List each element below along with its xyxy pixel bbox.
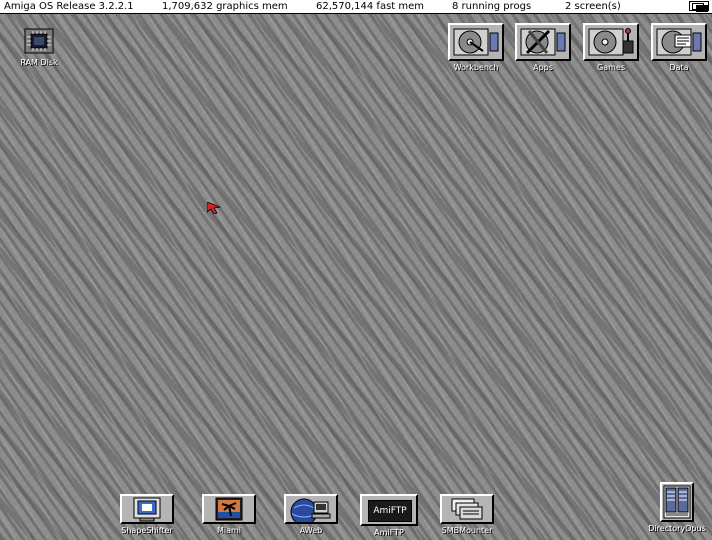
running-progs-text: 8 running progs <box>452 1 532 12</box>
fast-mem-text: 62,570,144 fast mem <box>316 1 425 12</box>
ram-disk-label: RAM Disk <box>20 58 58 67</box>
shapeshifter-icon[interactable]: ShapeShifter <box>116 494 178 536</box>
data-label: Data <box>669 63 689 72</box>
directoryopus-icon[interactable]: DirectoryOpus <box>646 482 708 534</box>
stacked-drives-icon <box>440 494 494 524</box>
ftp-screen: AmiFTP <box>368 500 412 522</box>
workbench-label: Workbench <box>453 63 499 72</box>
globe-network-icon <box>284 494 338 526</box>
amiftp-icon[interactable]: AmiFTP AmiFTP <box>358 494 420 538</box>
apps-label: Apps <box>533 63 553 72</box>
harddisk-tools-icon <box>515 23 571 61</box>
aweb-icon[interactable]: AWeb <box>280 494 342 536</box>
shapeshifter-label: ShapeShifter <box>121 526 173 535</box>
data-volume-icon[interactable]: Data <box>649 23 709 73</box>
games-volume-icon[interactable]: Games <box>581 23 641 73</box>
ftp-monitor-icon: AmiFTP <box>360 494 418 526</box>
harddisk-icon <box>448 23 504 61</box>
mac-monitor-icon <box>120 494 174 524</box>
miami-icon[interactable]: Miami <box>198 494 260 536</box>
mouse-pointer-icon <box>206 199 222 218</box>
workbench-volume-icon[interactable]: Workbench <box>446 23 506 73</box>
graphics-mem-text: 1,709,632 graphics mem <box>162 1 288 12</box>
amiftp-badge-text: AmiFTP <box>373 506 407 516</box>
dual-pane-icon <box>660 482 694 522</box>
aweb-label: AWeb <box>299 526 323 535</box>
ram-disk-icon[interactable]: RAM Disk <box>14 26 64 68</box>
depth-front-icon <box>696 5 708 12</box>
miami-label: Miami <box>216 526 242 535</box>
screen-count-text: 2 screen(s) <box>565 1 621 12</box>
directoryopus-label: DirectoryOpus <box>648 524 706 533</box>
screen-depth-gadget[interactable] <box>689 1 709 12</box>
harddisk-data-icon <box>651 23 707 61</box>
ram-chip-icon <box>22 26 56 56</box>
amiftp-label: AmiFTP <box>374 528 404 537</box>
games-label: Games <box>597 63 625 72</box>
smbmounter-icon[interactable]: SMBMounter <box>436 494 498 536</box>
palm-tree-icon <box>202 494 256 524</box>
apps-volume-icon[interactable]: Apps <box>513 23 573 73</box>
harddisk-joystick-icon <box>583 23 639 61</box>
screen-title-bar[interactable]: Amiga OS Release 3.2.2.1 1,709,632 graph… <box>0 0 712 14</box>
os-version-text: Amiga OS Release 3.2.2.1 <box>4 1 134 12</box>
smbmounter-label: SMBMounter <box>441 526 493 535</box>
